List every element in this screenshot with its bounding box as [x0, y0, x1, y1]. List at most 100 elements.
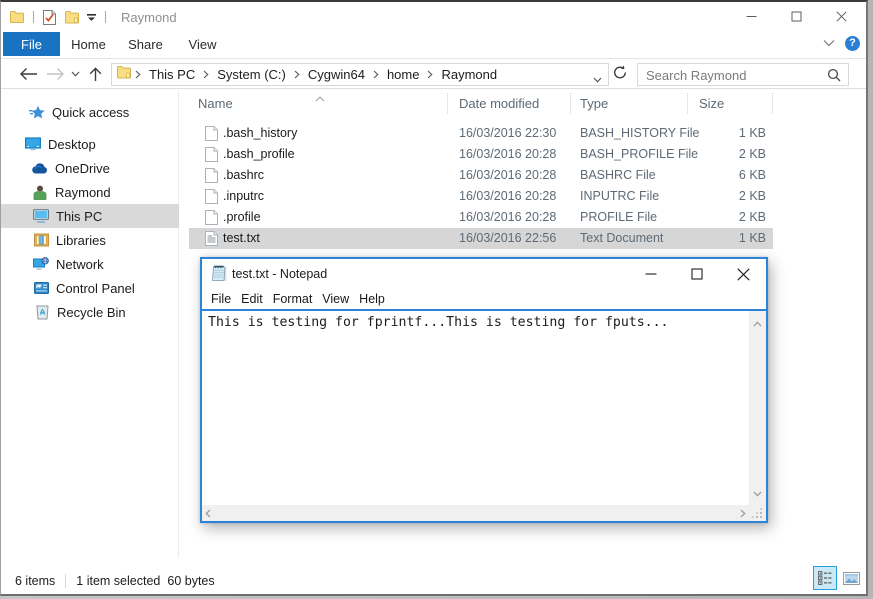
control-panel-icon: [33, 280, 49, 296]
file-row-bash-history[interactable]: .bash_history 16/03/2016 22:30 BASH_HIST…: [189, 123, 773, 144]
large-icons-view-button[interactable]: [839, 566, 863, 590]
customize-qat-dropdown[interactable]: [87, 13, 96, 21]
sidebar-item-label: OneDrive: [55, 161, 110, 176]
maximize-button[interactable]: [774, 2, 819, 31]
onedrive-cloud-icon: [32, 160, 48, 176]
search-box[interactable]: Search Raymond: [637, 63, 849, 86]
desktop-screen: Raymond File Home Share View: [0, 0, 873, 599]
resize-grip[interactable]: [749, 505, 766, 521]
forward-button[interactable]: [42, 60, 68, 88]
breadcrumb-system-c[interactable]: System (C:): [213, 67, 290, 82]
status-separator: [65, 574, 66, 588]
back-button[interactable]: [15, 60, 41, 88]
sidebar-item-control-panel[interactable]: Control Panel: [1, 276, 179, 300]
desktop-icon: [25, 136, 41, 152]
up-button[interactable]: [83, 60, 107, 88]
sidebar-item-this-pc[interactable]: This PC: [1, 204, 179, 228]
sidebar-item-libraries[interactable]: Libraries: [1, 228, 179, 252]
notepad-maximize-button[interactable]: [674, 259, 720, 289]
sidebar-item-label: Network: [56, 257, 104, 272]
help-icon[interactable]: ?: [845, 36, 860, 51]
notepad-text-area[interactable]: This is testing for fprintf...This is te…: [208, 315, 744, 330]
file-icon: [205, 126, 218, 144]
recent-locations-chevron-icon[interactable]: [67, 60, 83, 88]
breadcrumb-chevron-icon: [369, 70, 383, 79]
address-dropdown-chevron-icon[interactable]: [593, 70, 602, 88]
tab-share[interactable]: Share: [117, 32, 174, 56]
scroll-right-icon[interactable]: [740, 505, 746, 521]
minimize-button[interactable]: [729, 2, 774, 31]
refresh-button[interactable]: [613, 65, 627, 85]
sidebar-item-label: Control Panel: [56, 281, 135, 296]
address-folder-icon: [117, 66, 131, 84]
file-icon: [205, 189, 218, 207]
sidebar-item-label: Recycle Bin: [57, 305, 126, 320]
file-row-profile[interactable]: .profile 16/03/2016 20:28 PROFILE File 2…: [189, 207, 773, 228]
notepad-minimize-button[interactable]: [628, 259, 674, 289]
menu-help[interactable]: Help: [354, 292, 390, 306]
address-bar: This PC System (C:) Cygwin64 home Raymon…: [1, 60, 866, 89]
file-row-bashrc[interactable]: .bashrc 16/03/2016 20:28 BASHRC File 6 K…: [189, 165, 773, 186]
file-row-test-txt[interactable]: test.txt 16/03/2016 22:56 Text Document …: [189, 228, 773, 249]
sidebar-item-label: Raymond: [55, 185, 111, 200]
column-headers: Name Date modified Type Size: [180, 90, 866, 116]
scroll-up-icon[interactable]: [749, 314, 766, 332]
sidebar-item-label: This PC: [56, 209, 102, 224]
scroll-left-icon[interactable]: [205, 505, 211, 521]
sidebar-item-network[interactable]: Network: [1, 252, 179, 276]
close-button[interactable]: [819, 2, 864, 31]
column-header-size[interactable]: Size: [699, 96, 724, 111]
tab-file[interactable]: File: [3, 32, 60, 56]
notepad-titlebar: test.txt - Notepad: [202, 259, 766, 289]
tab-view[interactable]: View: [174, 32, 231, 56]
notepad-body: This is testing for fprintf...This is te…: [202, 309, 766, 521]
status-bar: 6 items 1 item selected 60 bytes: [1, 558, 866, 594]
menu-view[interactable]: View: [317, 292, 354, 306]
menu-format[interactable]: Format: [268, 292, 318, 306]
explorer-titlebar: Raymond: [1, 2, 866, 31]
search-icon[interactable]: [827, 68, 841, 87]
breadcrumb-chevron-icon: [290, 70, 304, 79]
file-row-inputrc[interactable]: .inputrc 16/03/2016 20:28 INPUTRC File 2…: [189, 186, 773, 207]
menu-edit[interactable]: Edit: [236, 292, 268, 306]
breadcrumb: This PC System (C:) Cygwin64 home Raymon…: [131, 67, 501, 82]
window-title: Raymond: [121, 10, 177, 25]
address-box[interactable]: This PC System (C:) Cygwin64 home Raymon…: [111, 63, 609, 86]
breadcrumb-home[interactable]: home: [383, 67, 424, 82]
new-folder-button[interactable]: [65, 11, 79, 24]
breadcrumb-this-pc[interactable]: This PC: [145, 67, 199, 82]
scroll-down-icon[interactable]: [749, 484, 766, 502]
breadcrumb-cygwin64[interactable]: Cygwin64: [304, 67, 369, 82]
breadcrumb-chevron-icon: [423, 70, 437, 79]
sidebar-item-user-raymond[interactable]: Raymond: [1, 180, 179, 204]
notepad-close-button[interactable]: [720, 259, 766, 289]
quick-access-star-icon: [29, 104, 45, 120]
sidebar-item-quick-access[interactable]: Quick access: [1, 100, 179, 124]
ribbon-tab-bar: File Home Share View ?: [1, 31, 866, 59]
menu-file[interactable]: File: [206, 292, 236, 306]
notepad-caption-buttons: [628, 259, 766, 289]
sidebar-item-desktop[interactable]: Desktop: [1, 132, 179, 156]
sidebar-item-onedrive[interactable]: OneDrive: [1, 156, 179, 180]
breadcrumb-raymond[interactable]: Raymond: [437, 67, 501, 82]
column-header-type[interactable]: Type: [580, 96, 608, 111]
sidebar-item-recycle-bin[interactable]: Recycle Bin: [1, 300, 179, 324]
caption-buttons: [729, 2, 864, 31]
selection-size: 60 bytes: [167, 574, 214, 588]
horizontal-scrollbar[interactable]: [202, 505, 749, 521]
expand-ribbon-chevron-icon[interactable]: [823, 34, 835, 52]
breadcrumb-chevron-icon: [199, 70, 213, 79]
selection-count: 1 item selected: [76, 574, 160, 588]
column-header-date-modified[interactable]: Date modified: [459, 96, 539, 111]
file-row-bash-profile[interactable]: .bash_profile 16/03/2016 20:28 BASH_PROF…: [189, 144, 773, 165]
file-icon: [205, 210, 218, 228]
this-pc-icon: [33, 208, 49, 224]
details-view-button[interactable]: [813, 566, 837, 590]
notepad-icon: [211, 264, 228, 287]
properties-button[interactable]: [43, 10, 56, 25]
vertical-scrollbar[interactable]: [749, 311, 766, 505]
tab-home[interactable]: Home: [60, 32, 117, 56]
recycle-bin-icon: [34, 304, 50, 320]
column-header-name[interactable]: Name: [198, 96, 233, 111]
notepad-menubar: File Edit Format View Help: [202, 289, 766, 309]
